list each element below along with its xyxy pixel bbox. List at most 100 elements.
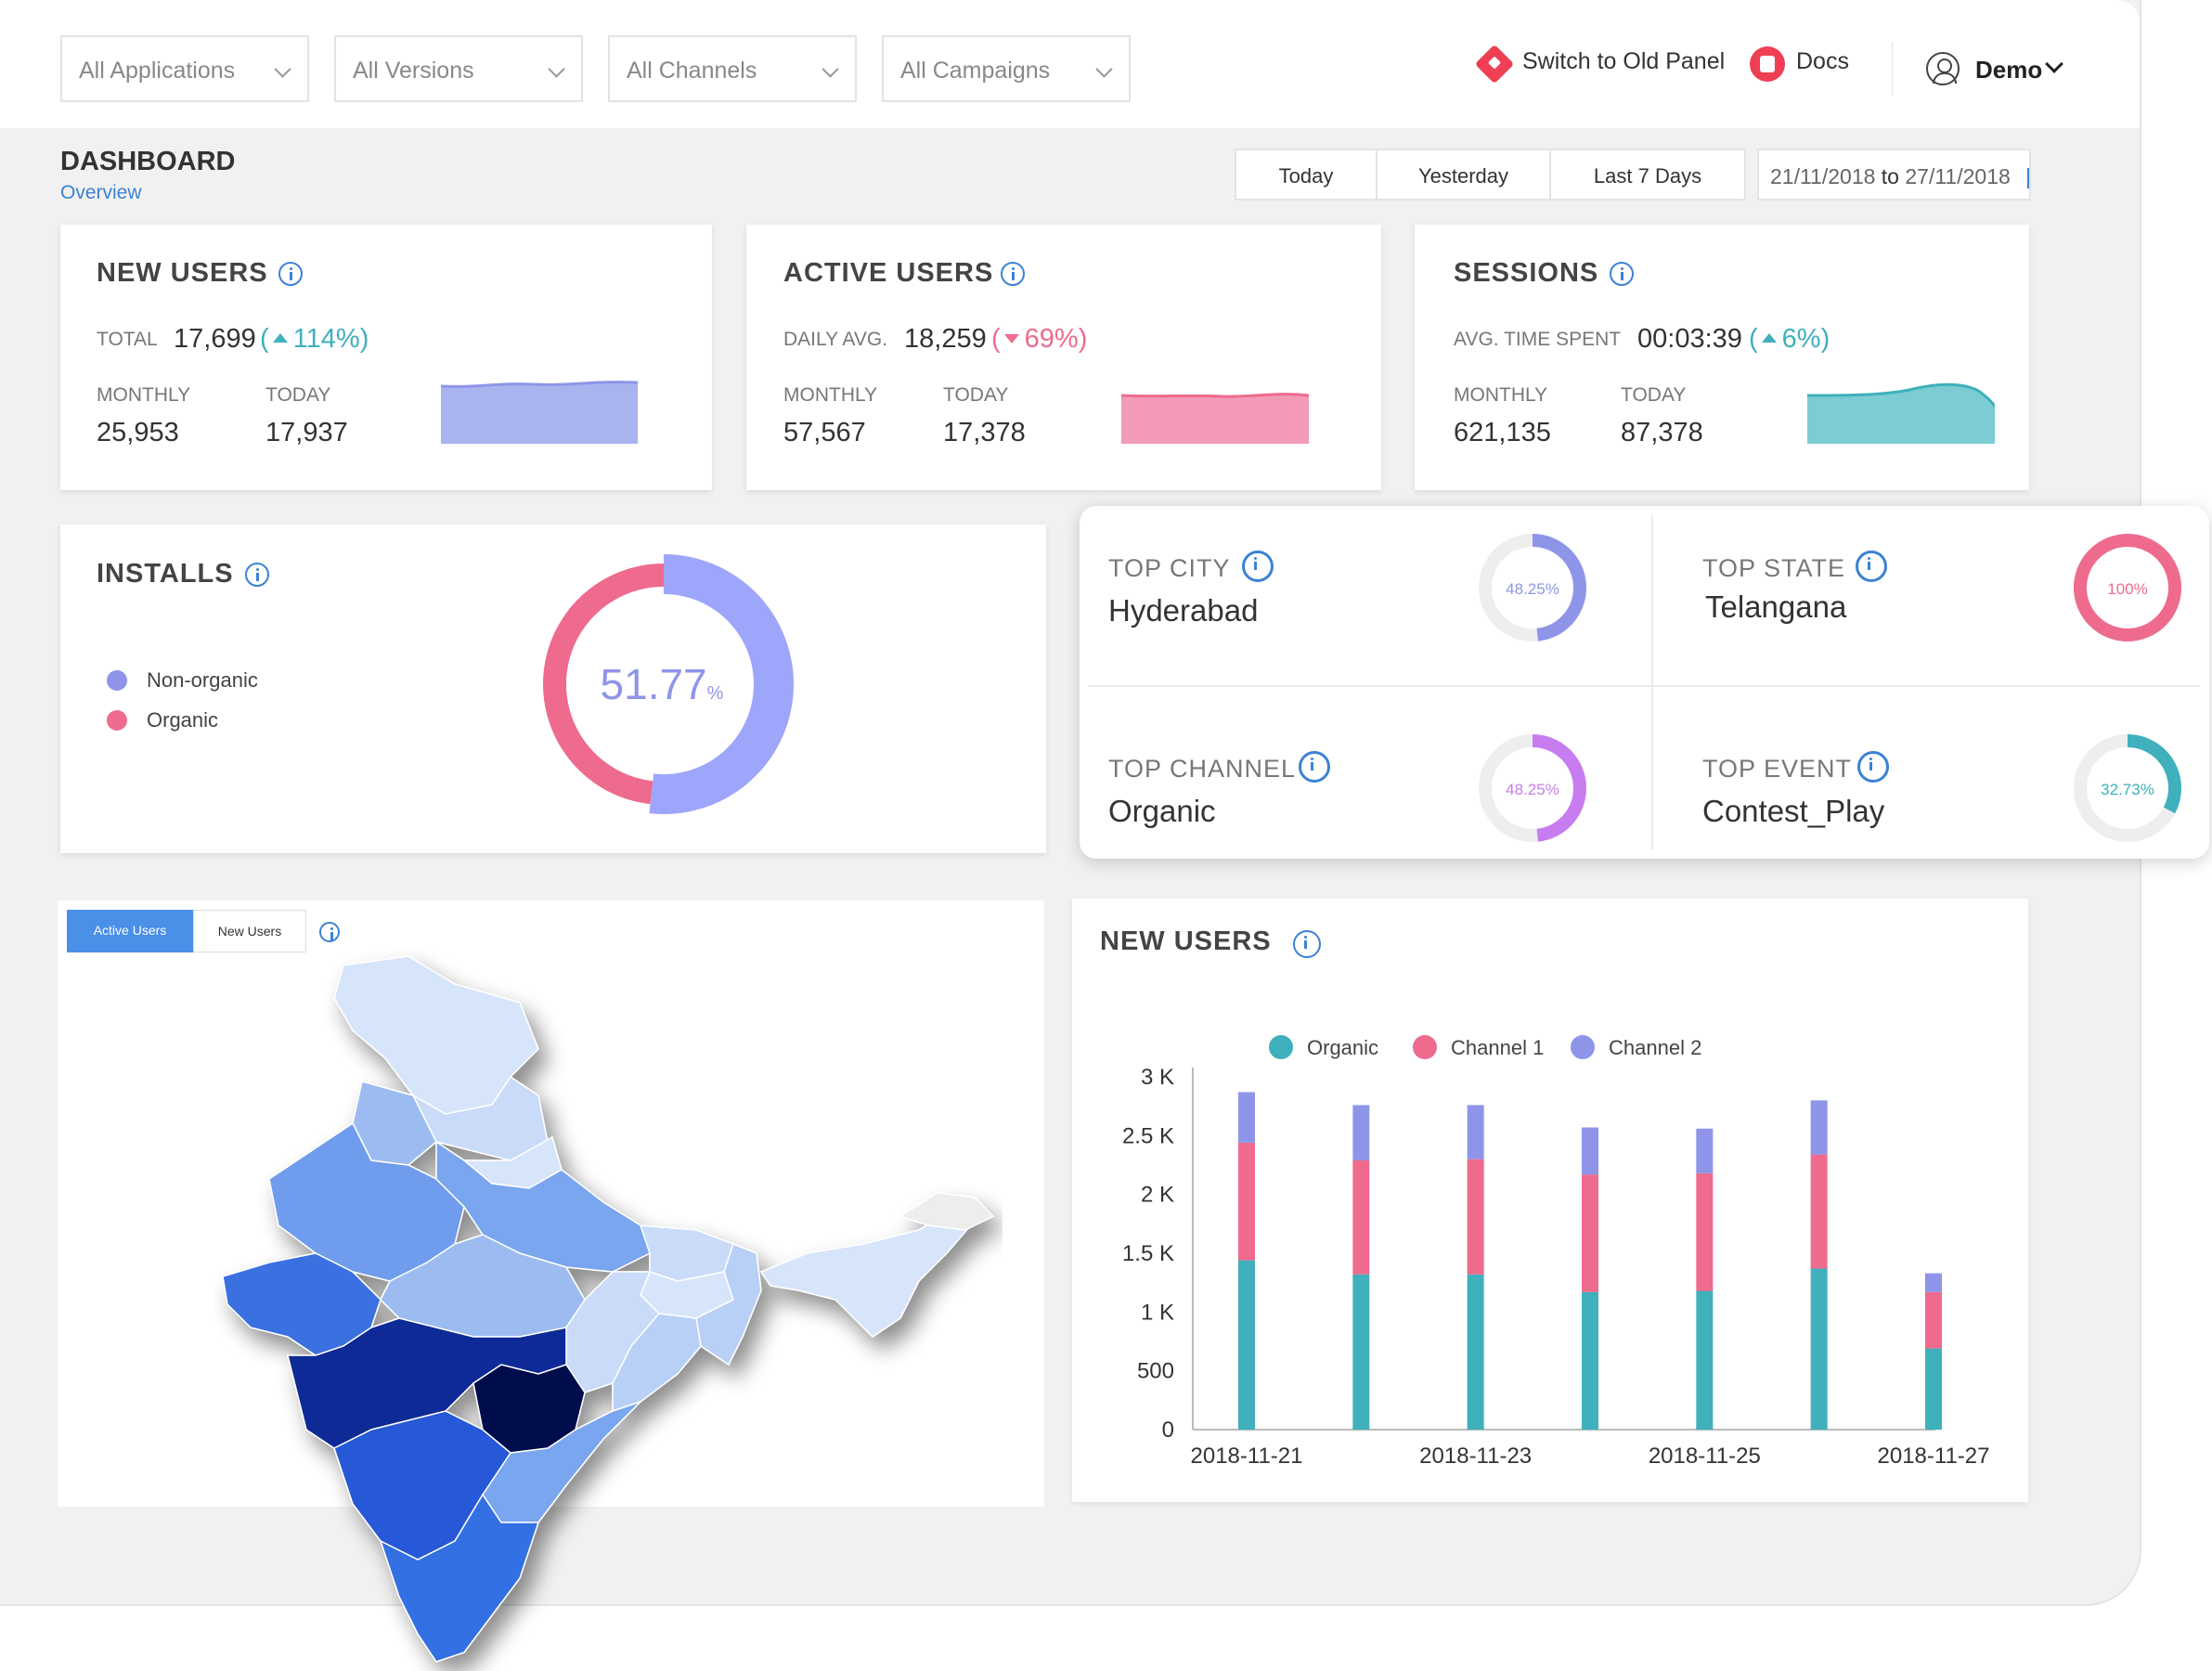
change-indicator: (69%) [991, 324, 1088, 354]
docs-icon[interactable] [1750, 46, 1785, 82]
india-map[interactable] [213, 947, 1003, 1671]
top-city-ring: 48.25% [1479, 534, 1586, 641]
versions-filter-label: All Versions [353, 58, 474, 84]
bar-segment [1925, 1291, 1942, 1349]
total-label: TOTAL [97, 329, 158, 350]
top-channel-label: TOP CHANNEL [1108, 755, 1297, 783]
last-7-days-button[interactable]: Last 7 Days [1551, 150, 1744, 199]
bar-segment [1582, 1127, 1598, 1175]
channels-filter[interactable]: All Channels [608, 35, 857, 102]
avg-time-value: 00:03:39 [1637, 324, 1742, 354]
date-range-input[interactable]: 21/11/2018 to 27/11/2018 [1757, 149, 2031, 201]
bar-segment [1352, 1159, 1370, 1275]
text-cursor [2027, 167, 2029, 188]
top-state-percent: 100% [2107, 580, 2147, 598]
bar-segment [1810, 1100, 1828, 1155]
bar-segment [1696, 1290, 1714, 1430]
x-tick-label: 2018-11-23 [1419, 1444, 1532, 1469]
user-avatar-icon[interactable] [1926, 52, 1960, 85]
legend-dot-organic [107, 710, 127, 731]
top-channel-ring: 48.25% [1479, 734, 1586, 842]
active-users-sparkline [1121, 393, 1309, 444]
divider [1651, 515, 1653, 849]
legend-marker [1571, 1035, 1595, 1059]
card-title: SESSIONS [1454, 258, 1599, 288]
info-icon[interactable] [319, 922, 340, 942]
monthly-label: MONTHLY [1454, 384, 1548, 406]
date-from: 21/11/2018 [1770, 164, 1876, 188]
total-value: 17,699 [174, 324, 256, 354]
x-tick-label: 2018-11-21 [1191, 1444, 1303, 1469]
info-icon[interactable] [1293, 930, 1321, 958]
bar-segment [1352, 1105, 1370, 1160]
chevron-down-icon [274, 60, 291, 78]
yesterday-button[interactable]: Yesterday [1378, 150, 1551, 199]
legend-marker [1413, 1035, 1437, 1059]
chart-title: NEW USERS [1100, 926, 1272, 956]
active-users-card: ACTIVE USERS DAILY AVG. 18,259 (69%) MON… [746, 225, 1381, 490]
info-icon[interactable] [1299, 751, 1330, 783]
page-subtitle[interactable]: Overview [60, 182, 142, 204]
new-users-card: NEW USERS TOTAL 17,699 (114%) MONTHLY 25… [60, 225, 712, 490]
x-tick-label: 2018-11-27 [1878, 1444, 1990, 1469]
top-state-value: Telangana [1705, 589, 1847, 624]
today-label: TODAY [1621, 384, 1687, 406]
info-icon[interactable] [1856, 551, 1887, 582]
info-icon[interactable] [1001, 262, 1025, 286]
top-event-ring: 32.73% [2074, 734, 2181, 842]
tab-active-users[interactable]: Active Users [67, 910, 193, 952]
top-city-label: TOP CITY [1108, 554, 1231, 582]
info-icon[interactable] [1242, 551, 1274, 582]
installs-percentage: 51.77 [600, 660, 707, 708]
info-icon[interactable] [278, 262, 303, 286]
switch-old-panel-link[interactable]: Switch to Old Panel [1522, 48, 1725, 75]
top-event-percent: 32.73% [2101, 781, 2154, 798]
avg-time-label: AVG. TIME SPENT [1454, 329, 1622, 350]
y-tick-label: 0 [1162, 1418, 1174, 1443]
top-event-value: Contest_Play [1702, 794, 1885, 828]
down-arrow-icon [1003, 334, 1019, 344]
new-users-bar-chart: 0 500 1 K 1.5 K 2 K 2.5 K 3 K Organic Channel 1 C… [1122, 1035, 1990, 1469]
change-indicator: (6%) [1749, 324, 1830, 354]
today-label: TODAY [943, 384, 1009, 406]
monthly-label: MONTHLY [783, 384, 878, 406]
percent-unit: % [706, 683, 724, 704]
bar-segment [1925, 1273, 1942, 1292]
bar-segment [1696, 1128, 1714, 1173]
docs-link[interactable]: Docs [1796, 48, 1849, 75]
bar-segment [1582, 1174, 1598, 1292]
region-ne-top[interactable] [899, 1192, 995, 1231]
legend-marker [1269, 1035, 1293, 1059]
campaigns-filter[interactable]: All Campaigns [882, 35, 1131, 102]
user-menu[interactable]: Demo [1975, 56, 2042, 84]
top-stats-panel: TOP CITY Hyderabad 48.25% TOP STATE Tela… [1080, 506, 2209, 859]
y-tick-label: 1.5 K [1122, 1241, 1174, 1266]
change-value: 114% [292, 324, 360, 354]
bar-segment [1467, 1105, 1484, 1159]
bar-segment [1696, 1172, 1714, 1291]
info-icon[interactable] [245, 563, 269, 587]
info-icon[interactable] [1857, 751, 1889, 783]
legend-label: Channel 1 [1451, 1036, 1544, 1059]
top-event-label: TOP EVENT [1702, 755, 1853, 783]
today-label: TODAY [265, 384, 331, 406]
sessions-sparkline [1807, 382, 1995, 444]
up-arrow-icon [1761, 333, 1777, 343]
chevron-down-icon [1095, 60, 1113, 78]
page-title: DASHBOARD [60, 147, 236, 176]
daily-avg-value: 18,259 [904, 324, 987, 354]
daily-avg-label: DAILY AVG. [783, 329, 888, 350]
bar-segment [1582, 1291, 1598, 1430]
info-icon[interactable] [1610, 262, 1634, 286]
bar-segment [1467, 1159, 1484, 1275]
bar-segment [1467, 1274, 1484, 1430]
date-quick-range: Today Yesterday Last 7 Days [1235, 149, 1746, 201]
top-city-value: Hyderabad [1108, 593, 1259, 628]
chevron-down-icon [821, 60, 839, 78]
monthly-value: 621,135 [1454, 418, 1551, 447]
versions-filter[interactable]: All Versions [334, 35, 583, 102]
applications-filter[interactable]: All Applications [60, 35, 309, 102]
today-button[interactable]: Today [1236, 150, 1378, 199]
monthly-value: 57,567 [783, 418, 866, 447]
installs-center-value: 51.77% [588, 659, 736, 709]
